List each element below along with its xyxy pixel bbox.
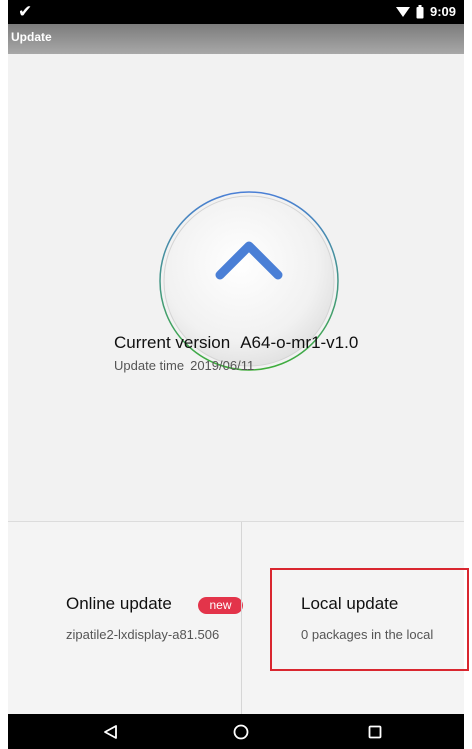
online-update-panel[interactable]: Online update new zipatile2-lxdisplay-a8… [8,522,243,715]
status-time: 9:09 [429,4,456,19]
page-title: Update [11,30,52,44]
update-time-value: 2019/06/11 [190,358,255,373]
status-indicators: 9:09 [395,4,456,19]
check-icon: ✔ [18,2,33,21]
update-time-label: Update time [114,358,185,373]
wifi-icon [395,6,410,18]
online-update-title: Online update [66,594,172,613]
title-bar: Update [8,24,464,54]
new-badge: new [198,597,243,614]
current-version-value: A64-o-mr1-v1.0 [240,333,359,352]
current-version: Current version A64-o-mr1-v1.0 [114,333,358,353]
status-bar: ✔ 9:09 [8,0,464,24]
main-panel: Current version A64-o-mr1-v1.0 Update tim… [8,54,464,521]
home-icon[interactable] [232,723,250,741]
back-icon[interactable] [102,723,120,741]
navigation-bar [8,714,464,749]
current-version-label: Current version [114,333,231,352]
battery-icon [416,4,424,19]
recents-icon[interactable] [366,723,384,741]
update-time: Update time 2019/06/11 [114,358,254,373]
local-update-highlight [270,568,469,671]
online-update-package: zipatile2-lxdisplay-a81.506 [66,627,220,642]
